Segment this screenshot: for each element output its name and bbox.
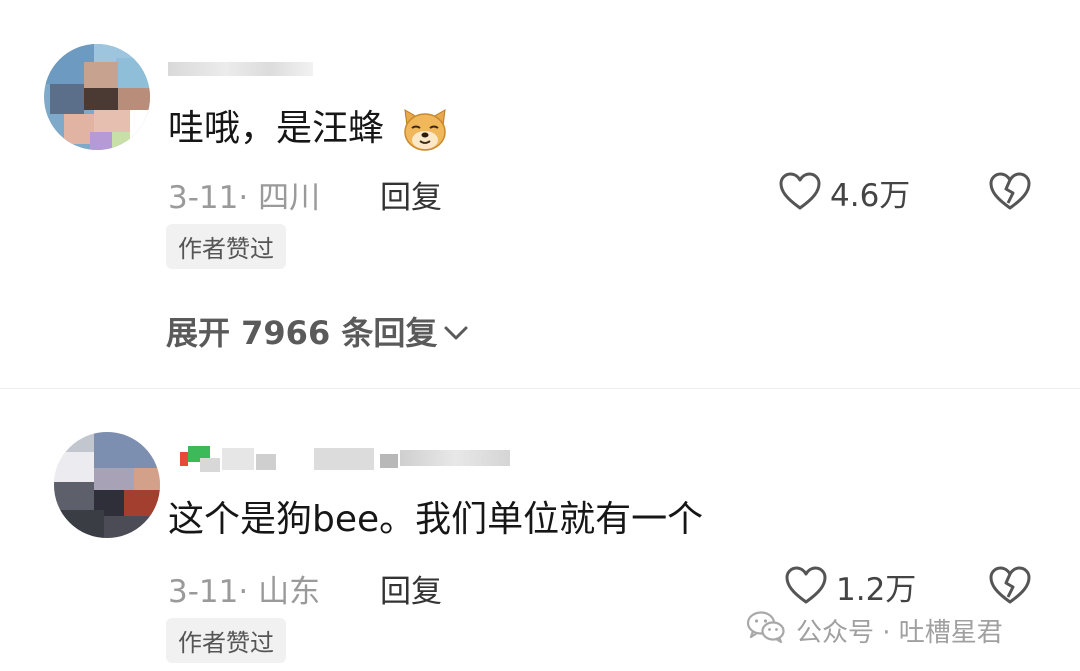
reply-button[interactable]: 回复 xyxy=(380,172,442,217)
comment-text-content: 哇哦，是汪蜂 xyxy=(168,108,385,149)
like-count: 4.6万 xyxy=(830,178,911,214)
divider xyxy=(0,388,1080,389)
comment-text: 哇哦，是汪蜂 xyxy=(168,104,451,156)
broken-heart-icon xyxy=(988,172,1032,216)
heart-outline-icon xyxy=(784,565,828,609)
watermark: 公众号 · 吐槽星君 xyxy=(746,610,1003,651)
like-button[interactable]: 1.2万 xyxy=(784,564,916,609)
doge-emoji-icon xyxy=(399,104,451,156)
chevron-down-icon xyxy=(443,312,469,350)
like-button[interactable]: 4.6万 xyxy=(778,170,910,215)
author-liked-badge: 作者赞过 xyxy=(166,224,286,269)
watermark-text: 公众号 · 吐槽星君 xyxy=(796,618,1003,648)
broken-heart-icon xyxy=(988,566,1032,610)
author-liked-badge: 作者赞过 xyxy=(166,618,286,663)
reply-button[interactable]: 回复 xyxy=(380,566,442,611)
dislike-button[interactable] xyxy=(988,170,1032,216)
expand-replies-label: 展开 7966 条回复 xyxy=(166,314,438,352)
dislike-button[interactable] xyxy=(988,564,1032,610)
comment-date-location: 3-11· 山东 xyxy=(168,574,321,610)
like-count: 1.2万 xyxy=(836,572,917,608)
comment-text: 这个是狗bee。我们单位就有一个 xyxy=(168,499,704,540)
username-blurred[interactable] xyxy=(168,62,313,76)
avatar[interactable] xyxy=(54,432,160,538)
username-blurred[interactable] xyxy=(180,444,520,472)
avatar[interactable] xyxy=(44,44,150,150)
comment-date-location: 3-11· 四川 xyxy=(168,180,321,216)
heart-outline-icon xyxy=(778,171,822,215)
wechat-icon xyxy=(746,610,786,651)
expand-replies-button[interactable]: 展开 7966 条回复 xyxy=(166,308,469,354)
